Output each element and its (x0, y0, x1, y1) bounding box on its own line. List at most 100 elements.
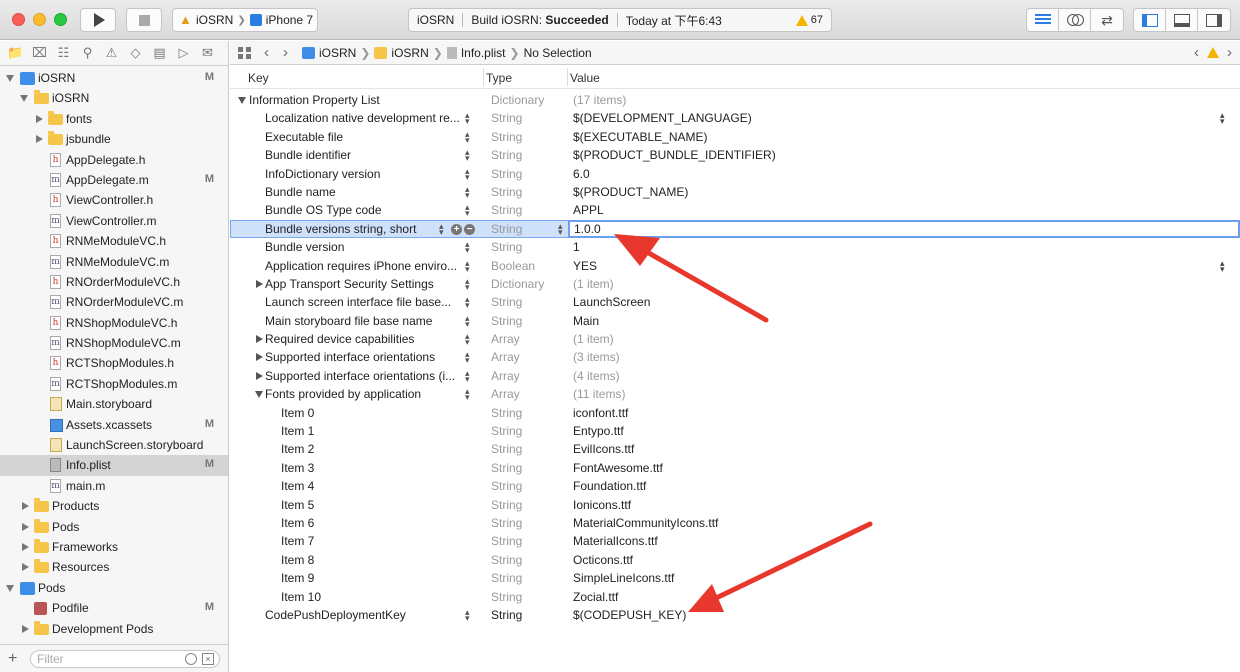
column-header-type[interactable]: Type (486, 71, 512, 85)
breadcrumb-group[interactable]: iOSRN ❯ (374, 46, 443, 60)
source-control-icon[interactable]: ⌧ (30, 45, 49, 61)
toggle-navigator-button[interactable] (1134, 9, 1166, 31)
disclosure-closed-icon[interactable] (22, 542, 29, 551)
table-row[interactable]: Item 8 String Octicons.ttf (230, 551, 1240, 569)
disclosure-closed-icon[interactable] (22, 522, 29, 531)
disclosure-closed-icon[interactable] (256, 335, 263, 344)
file-row[interactable]: h AppDelegate.h (0, 150, 228, 170)
related-items-icon[interactable] (238, 46, 252, 59)
table-row[interactable]: Item 4 String Foundation.ttf (230, 477, 1240, 495)
table-row[interactable]: Supported interface orientations (i... A… (230, 367, 1240, 385)
key-stepper-icon[interactable] (465, 351, 470, 363)
test-diamond-icon[interactable]: ◇ (126, 45, 145, 61)
warning-count-badge[interactable]: 67 (795, 14, 823, 26)
file-row[interactable]: h RNMeModuleVC.h (0, 231, 228, 251)
table-row[interactable]: Information Property List Dictionary (17… (230, 91, 1240, 109)
key-stepper-icon[interactable] (465, 609, 470, 621)
group-row[interactable]: Development Pods (0, 619, 228, 639)
next-issue-icon[interactable]: › (1227, 44, 1232, 61)
key-stepper-icon[interactable] (465, 388, 470, 400)
table-row[interactable]: Item 3 String FontAwesome.ttf (230, 459, 1240, 477)
table-row[interactable]: Item 0 String iconfont.ttf (230, 404, 1240, 422)
close-window-button[interactable] (12, 13, 25, 26)
type-stepper-icon[interactable] (558, 223, 563, 235)
previous-issue-icon[interactable]: ‹ (1194, 44, 1199, 61)
table-row[interactable]: InfoDictionary version String 6.0 (230, 165, 1240, 183)
table-row-editing[interactable]: Bundle versions string, short +− String … (230, 219, 1240, 239)
disclosure-open-icon[interactable] (6, 75, 14, 82)
key-stepper-icon[interactable] (465, 296, 470, 308)
table-row[interactable]: Item 1 String Entypo.ttf (230, 422, 1240, 440)
key-stepper-icon[interactable] (465, 131, 470, 143)
column-header-key[interactable]: Key (248, 71, 269, 85)
table-row[interactable]: Item 2 String EvilIcons.ttf (230, 440, 1240, 458)
stop-button[interactable] (126, 8, 162, 32)
back-arrow-icon[interactable]: ‹ (264, 44, 269, 61)
debug-icon[interactable]: ▤ (150, 45, 169, 61)
report-icon[interactable]: ✉ (198, 45, 217, 61)
table-row[interactable]: Required device capabilities Array (1 it… (230, 330, 1240, 348)
key-stepper-icon[interactable] (465, 168, 470, 180)
table-row[interactable]: Fonts provided by application Array (11 … (230, 385, 1240, 403)
project-row[interactable]: Pods (0, 578, 228, 598)
value-popup-icon[interactable] (1220, 260, 1225, 272)
table-row[interactable]: Bundle version String 1 (230, 238, 1240, 256)
file-row[interactable]: m AppDelegate.m M (0, 170, 228, 190)
symbol-icon[interactable]: ☷ (54, 45, 73, 61)
add-row-icon[interactable]: + (451, 223, 462, 235)
filter-input[interactable]: Filter × (30, 650, 220, 668)
key-stepper-icon[interactable] (465, 260, 470, 272)
table-row[interactable]: Bundle identifier String $(PRODUCT_BUNDL… (230, 146, 1240, 164)
group-row[interactable]: jsbundle (0, 129, 228, 149)
disclosure-open-icon[interactable] (6, 584, 14, 592)
file-row[interactable]: Main.storyboard (0, 394, 228, 414)
table-row[interactable]: Bundle OS Type code String APPL (230, 201, 1240, 219)
file-row[interactable]: h RCTShopModules.h (0, 353, 228, 373)
group-row[interactable]: fonts (0, 109, 228, 129)
disclosure-open-icon[interactable] (255, 391, 263, 399)
group-row[interactable]: Products (0, 496, 228, 516)
minimize-window-button[interactable] (33, 13, 46, 26)
key-stepper-icon[interactable] (439, 223, 444, 235)
breadcrumb-file[interactable]: Info.plist ❯ (446, 46, 520, 60)
remove-row-icon[interactable]: − (464, 223, 475, 235)
maximize-window-button[interactable] (54, 13, 67, 26)
key-stepper-icon[interactable] (465, 315, 470, 327)
table-row[interactable]: Item 5 String Ionicons.ttf (230, 496, 1240, 514)
breadcrumb-selection[interactable]: No Selection (524, 46, 592, 60)
file-row[interactable]: m RCTShopModules.m (0, 374, 228, 394)
bundle-short-version-input[interactable]: 1.0.0 (568, 219, 1240, 239)
key-stepper-icon[interactable] (465, 204, 470, 216)
table-row[interactable]: Item 6 String MaterialCommunityIcons.ttf (230, 514, 1240, 532)
table-row[interactable]: CodePushDeploymentKey String $(CODEPUSH_… (230, 606, 1240, 624)
disclosure-open-icon[interactable] (238, 97, 246, 104)
file-row[interactable]: m RNShopModuleVC.m (0, 333, 228, 353)
column-header-value[interactable]: Value (570, 71, 600, 85)
file-row[interactable]: m ViewController.m (0, 211, 228, 231)
table-row[interactable]: Application requires iPhone enviro... Bo… (230, 257, 1240, 275)
disclosure-closed-icon[interactable] (256, 279, 263, 288)
file-row[interactable]: m main.m (0, 476, 228, 496)
key-stepper-icon[interactable] (465, 112, 470, 124)
table-row[interactable]: App Transport Security Settings Dictiona… (230, 275, 1240, 293)
add-file-button[interactable]: + (8, 650, 17, 668)
table-row[interactable]: Supported interface orientations Array (… (230, 348, 1240, 366)
source-control-filter-icon[interactable]: × (202, 653, 214, 665)
group-row[interactable]: iOSRN (0, 88, 228, 108)
disclosure-closed-icon[interactable] (22, 563, 29, 572)
disclosure-open-icon[interactable] (20, 95, 28, 103)
key-stepper-icon[interactable] (465, 149, 470, 161)
version-editor-button[interactable]: ⇄ (1091, 9, 1123, 31)
group-row[interactable]: Pods (0, 517, 228, 537)
warning-icon[interactable] (1207, 47, 1219, 58)
file-row[interactable]: h RNOrderModuleVC.h (0, 272, 228, 292)
disclosure-closed-icon[interactable] (256, 353, 263, 362)
disclosure-closed-icon[interactable] (36, 135, 43, 144)
file-row[interactable]: Podfile M (0, 598, 228, 618)
forward-arrow-icon[interactable]: › (283, 44, 288, 61)
standard-editor-button[interactable] (1027, 9, 1059, 31)
table-row[interactable]: Main storyboard file base name String Ma… (230, 312, 1240, 330)
table-row[interactable]: Launch screen interface file base... Str… (230, 293, 1240, 311)
run-button[interactable] (80, 8, 116, 32)
recent-files-icon[interactable] (185, 653, 197, 665)
